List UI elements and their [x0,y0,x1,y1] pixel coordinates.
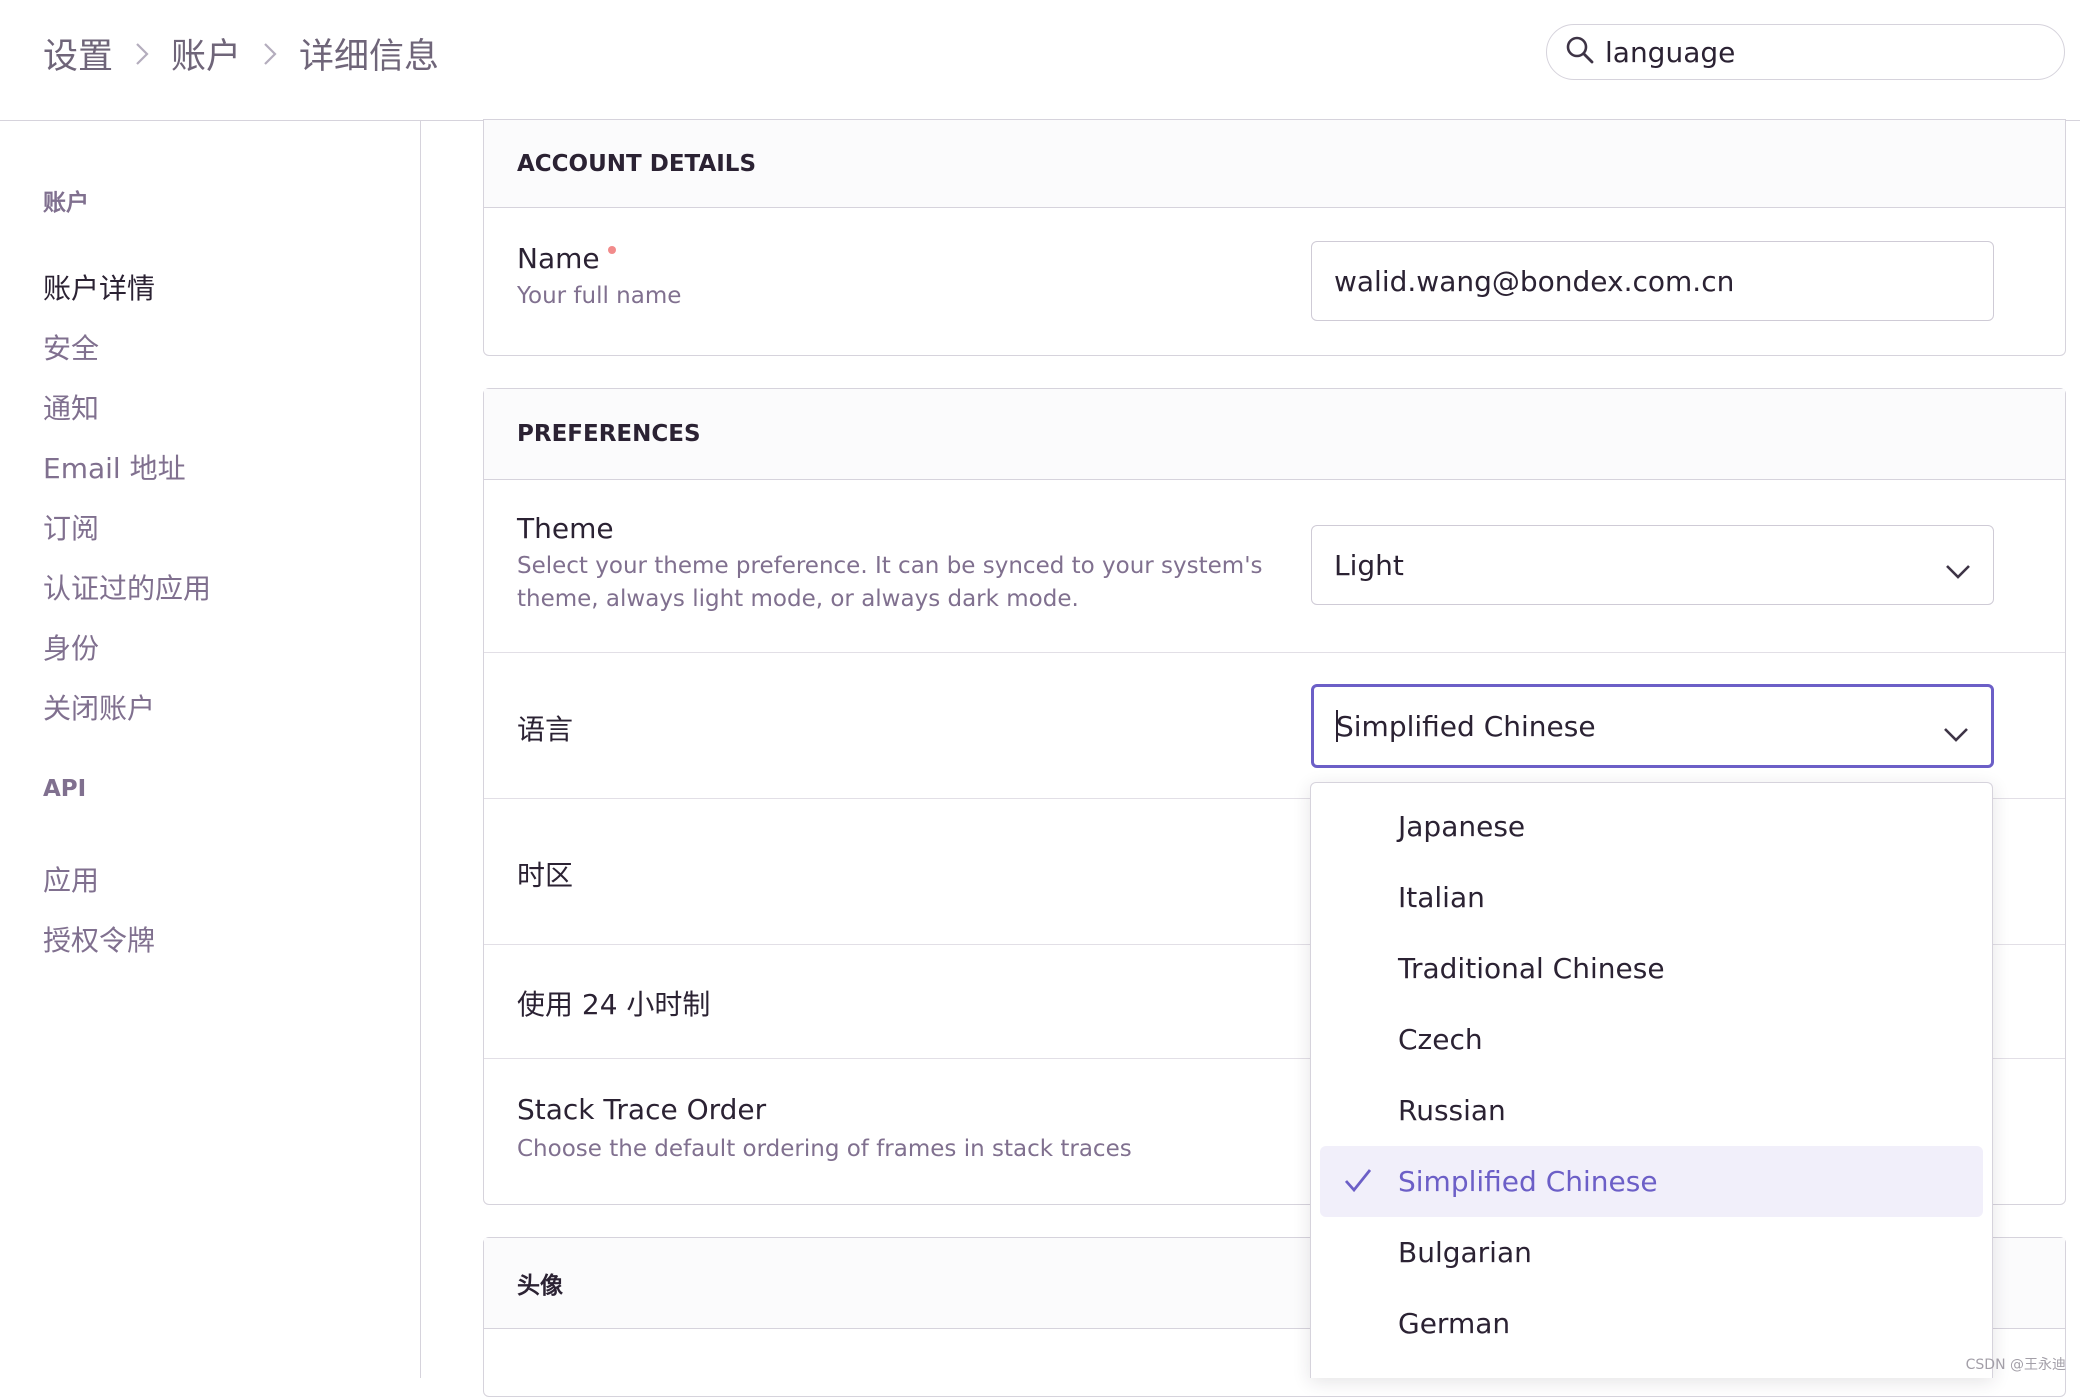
theme-select[interactable]: Light [1311,525,1994,605]
required-indicator [607,246,616,254]
top-bar: 设置 账户 详细信息 language [0,0,2080,121]
language-option[interactable]: German [1320,1288,1983,1359]
name-help: Your full name [517,283,682,309]
breadcrumb-account[interactable]: 账户 [171,28,241,79]
language-dropdown: Japanese Italian Traditional Chinese Cze… [1310,782,1993,1378]
name-label: Name [517,242,616,275]
watermark: CSDN @王永迪 [1965,1357,2066,1373]
sidebar-item-account-details[interactable]: 账户详情 [43,267,155,307]
sidebar-item-email[interactable]: Email 地址 [43,447,186,487]
sidebar-item-auth-tokens[interactable]: 授权令牌 [43,919,155,959]
language-option[interactable]: Czech [1320,1004,1983,1075]
search-box[interactable]: language [1546,24,2065,80]
theme-row: Theme Select your theme preference. It c… [484,480,2065,653]
theme-label: Theme [517,512,614,545]
theme-help: Select your theme preference. It can be … [517,553,1263,612]
language-option-selected[interactable]: Simplified Chinese [1320,1146,1983,1217]
stack-trace-label: Stack Trace Order [517,1093,767,1126]
account-details-heading: ACCOUNT DETAILS [484,120,2065,208]
sidebar-group-account: 账户 [43,190,89,216]
sidebar-item-security[interactable]: 安全 [43,327,99,367]
stack-trace-help: Choose the default ordering of frames in… [517,1136,1132,1162]
search-icon [1565,35,1595,69]
chevron-right-icon [263,42,277,66]
language-label: 语言 [517,713,574,746]
language-option[interactable]: Traditional Chinese [1320,933,1983,1004]
language-option[interactable]: Russian [1320,1075,1983,1146]
sidebar-item-close-account[interactable]: 关闭账户 [43,687,155,727]
search-input[interactable]: language [1605,36,1735,69]
chevron-down-icon [1945,554,1971,587]
sidebar-group-api: API [43,776,87,802]
sidebar-item-authorized-apps[interactable]: 认证过的应用 [43,567,211,607]
sidebar-item-identities[interactable]: 身份 [43,627,99,667]
chevron-down-icon [1943,717,1969,750]
language-select[interactable]: Simplified Chinese [1311,684,1994,768]
preferences-heading: PREFERENCES [484,389,2065,480]
language-option[interactable]: Japanese [1320,791,1983,862]
account-details-panel: ACCOUNT DETAILS Name Your full name wali… [483,119,2066,356]
language-option[interactable]: Italian [1320,862,1983,933]
timezone-label: 时区 [517,859,574,892]
clock-24h-label: 使用 24 小时制 [517,988,711,1021]
chevron-right-icon [135,42,149,66]
sidebar-item-applications[interactable]: 应用 [43,859,99,899]
language-row: 语言 Simplified Chinese [484,653,2065,799]
language-option[interactable]: Bulgarian [1320,1217,1983,1288]
name-input[interactable]: walid.wang@bondex.com.cn [1311,241,1994,321]
settings-sidebar: 账户 账户详情 安全 通知 Email 地址 订阅 认证过的应用 身份 关闭账户… [0,121,421,1378]
sidebar-item-notifications[interactable]: 通知 [43,387,99,427]
breadcrumb-settings[interactable]: 设置 [43,28,113,79]
breadcrumb: 设置 账户 详细信息 [43,28,439,79]
name-row: Name Your full name walid.wang@bondex.co… [484,208,2065,353]
sidebar-item-subscriptions[interactable]: 订阅 [43,507,99,547]
breadcrumb-details: 详细信息 [299,37,440,77]
check-icon [1344,1168,1372,1201]
